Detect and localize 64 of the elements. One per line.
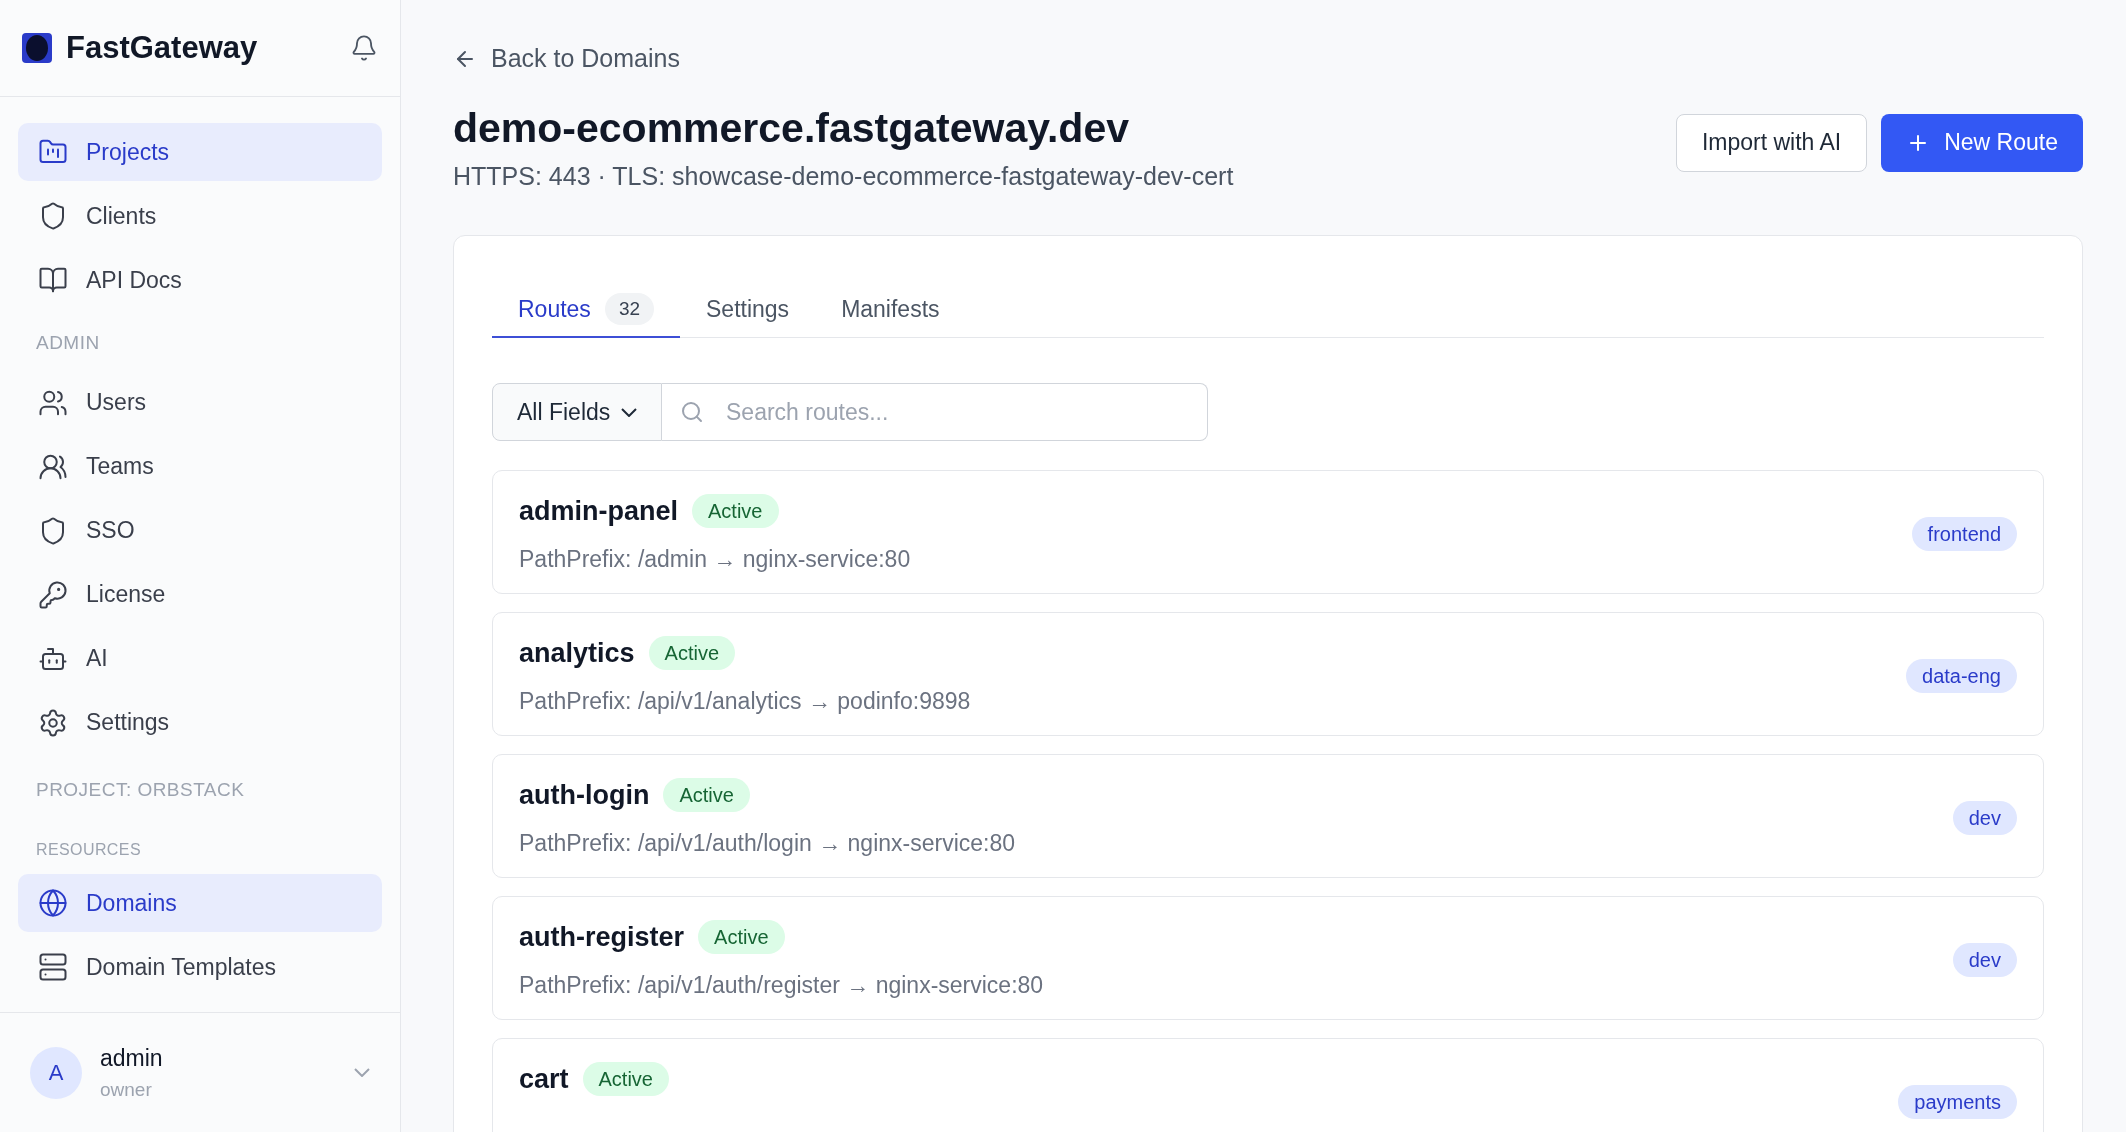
route-card[interactable]: auth-login Active PathPrefix: /api/v1/auth/login → nginx-service:80 dev: [492, 754, 2044, 878]
logo-icon: [22, 33, 52, 63]
settings-icon: [38, 707, 68, 738]
globe-icon: [38, 888, 68, 918]
tag: frontend: [1911, 517, 2017, 551]
user-name: admin: [100, 1044, 164, 1073]
route-rule: PathPrefix: /api/v1/auth/register → nginx-service:80: [519, 970, 1044, 1000]
route-card[interactable]: analytics Active PathPrefix: /api/v1/analytics → podinfo:9898 data-eng: [492, 612, 2044, 736]
tab[interactable]: Routes 32: [492, 282, 680, 338]
tag: dev: [1952, 801, 2017, 835]
domain-details: HTTPS: 443 · TLS: showcase-demo-ecommerce-fastgateway-dev-cert: [453, 160, 1234, 192]
user-role: owner: [100, 1077, 153, 1102]
sidebar-item[interactable]: Clients: [18, 187, 382, 245]
field-select[interactable]: All Fields: [492, 383, 662, 441]
route-name: admin-panel: [519, 495, 679, 528]
chevron-down-icon: [621, 407, 637, 417]
import-button[interactable]: Import with AI: [1675, 113, 1868, 172]
sidebar-item[interactable]: Projects: [18, 123, 382, 181]
avatar: A: [30, 1046, 82, 1099]
route-rule: PathPrefix: /api/v1/analytics → podinfo:9898: [519, 686, 971, 716]
tab[interactable]: Manifests: [815, 282, 966, 338]
status-badge: Active: [582, 1062, 669, 1097]
tag: payments: [1898, 1085, 2017, 1119]
count-badge: 32: [604, 292, 654, 326]
sidebar-item[interactable]: Teams: [18, 437, 382, 496]
route-name: analytics: [519, 637, 635, 670]
route-card[interactable]: auth-register Active PathPrefix: /api/v1/auth/register → nginx-service:80 dev: [492, 896, 2044, 1020]
notification-bell-icon[interactable]: [350, 34, 378, 62]
route-card[interactable]: admin-panel Active PathPrefix: /admin → nginx-service:80 frontend: [492, 470, 2044, 594]
section-heading: ADMIN: [35, 331, 101, 355]
server-icon: [38, 952, 68, 982]
sidebar-item[interactable]: SSO: [18, 501, 382, 560]
sidebar-item[interactable]: Users: [18, 373, 382, 432]
search-field[interactable]: Search routes...: [662, 383, 1208, 441]
page-title: demo-ecommerce.fastgateway.dev: [453, 103, 1131, 153]
section-subheading: RESOURCES: [35, 840, 142, 860]
brand-name: FastGateway: [66, 28, 258, 67]
route-name: cart: [519, 1063, 569, 1096]
route-rule: PathPrefix: /api/v1/auth/login → nginx-service:80: [519, 828, 1016, 858]
new-route-button[interactable]: New Route: [1881, 113, 2083, 172]
tag: data-eng: [1906, 659, 2017, 693]
sidebar-item[interactable]: Domain Templates: [18, 938, 382, 996]
user-menu[interactable]: A admin owner: [0, 1012, 400, 1132]
tag: dev: [1952, 943, 2017, 977]
route-card[interactable]: cart Active payments: [492, 1038, 2044, 1132]
sidebar-item[interactable]: Domains: [18, 874, 382, 932]
route-name: auth-login: [519, 779, 650, 812]
sidebar-item[interactable]: Settings: [18, 693, 382, 752]
route-name: auth-register: [519, 921, 685, 954]
status-badge: Active: [692, 494, 779, 529]
sidebar-item[interactable]: AI: [18, 629, 382, 688]
route-rule: PathPrefix: /admin → nginx-service:80: [519, 544, 911, 574]
chevron-down-icon: [354, 1068, 370, 1077]
sidebar-item[interactable]: License: [18, 565, 382, 624]
sidebar-item[interactable]: API Docs: [18, 251, 382, 309]
section-heading: PROJECT: ORBSTACK: [35, 777, 246, 802]
status-badge: Active: [698, 920, 785, 955]
key-icon: [38, 579, 68, 610]
status-badge: Active: [663, 778, 750, 813]
status-badge: Active: [648, 636, 736, 671]
search-icon: [680, 400, 704, 424]
book-icon: [38, 265, 68, 295]
back-link[interactable]: Back to Domains: [453, 40, 2083, 78]
tab[interactable]: Settings: [680, 282, 816, 338]
